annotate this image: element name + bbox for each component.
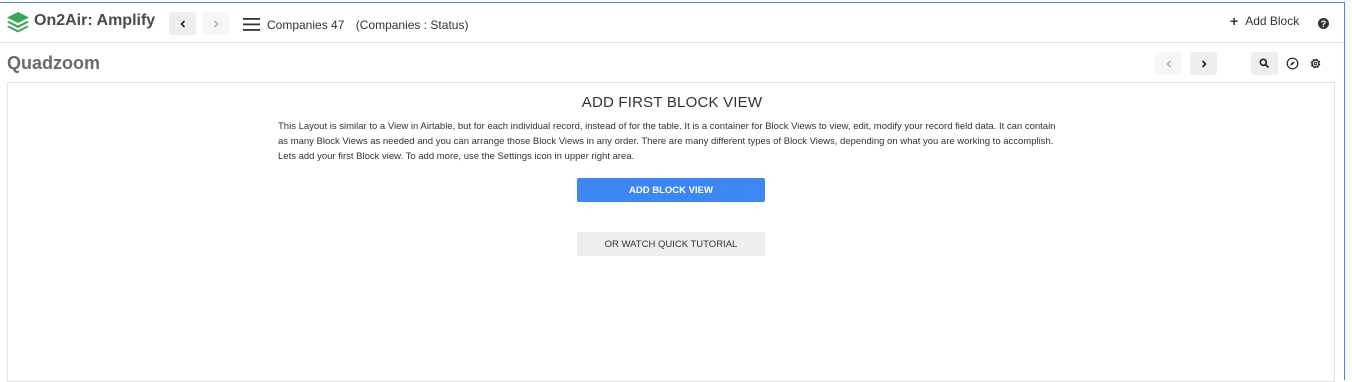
- panel-heading: ADD FIRST BLOCK VIEW: [581, 94, 763, 111]
- chevron-left-icon: [1166, 60, 1171, 67]
- gear-icon: [1310, 58, 1321, 69]
- page-title: Quadzoom: [7, 53, 100, 73]
- top-bar: On2Air: Amplify Companies 47 (Companies …: [0, 3, 1344, 43]
- back-button[interactable]: [169, 12, 196, 35]
- panel-description: This Layout is similar to a View in Airt…: [278, 121, 1056, 162]
- hamburger-menu-icon[interactable]: [243, 18, 260, 31]
- breadcrumb-table[interactable]: Companies 47: [267, 18, 344, 32]
- add-block-label: Add Block: [1245, 14, 1300, 28]
- previous-record-button[interactable]: [1155, 52, 1182, 75]
- settings-button[interactable]: [1302, 52, 1329, 75]
- layout-panel: ADD FIRST BLOCK VIEW This Layout is simi…: [7, 82, 1335, 382]
- help-icon[interactable]: ?: [1318, 18, 1329, 29]
- forward-button[interactable]: [202, 12, 229, 35]
- breadcrumb: Companies 47 (Companies : Status): [267, 18, 468, 32]
- add-block-view-button[interactable]: ADD BLOCK VIEW: [577, 178, 765, 202]
- chevron-right-icon: [1201, 59, 1207, 68]
- compass-icon: [1286, 57, 1299, 70]
- plus-icon: +: [1230, 13, 1239, 29]
- layers-logo-icon: [6, 11, 30, 33]
- search-icon: [1259, 58, 1270, 69]
- next-record-button[interactable]: [1190, 52, 1217, 75]
- chevron-left-icon: [179, 19, 185, 28]
- scrollbar[interactable]: [1345, 2, 1352, 380]
- search-button[interactable]: [1251, 52, 1278, 75]
- watch-tutorial-button[interactable]: OR WATCH QUICK TUTORIAL: [577, 232, 765, 256]
- app-title: On2Air: Amplify: [34, 12, 156, 29]
- breadcrumb-view[interactable]: (Companies : Status): [356, 18, 469, 32]
- sub-header: Quadzoom: [0, 44, 1344, 82]
- add-block-button[interactable]: + Add Block: [1230, 13, 1299, 29]
- chevron-right-icon: [213, 20, 218, 27]
